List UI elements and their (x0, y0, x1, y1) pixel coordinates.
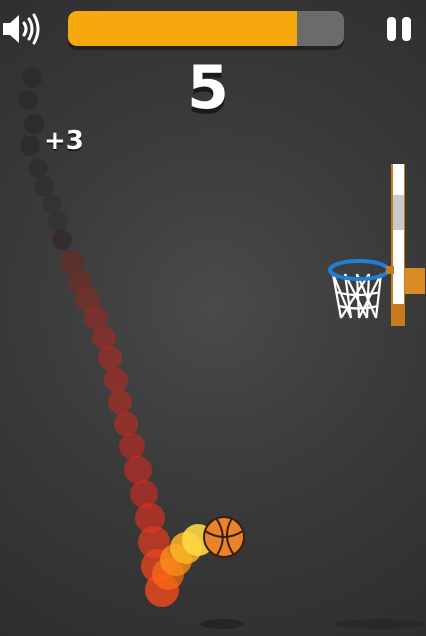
trail-puff (114, 412, 138, 436)
basketball (203, 516, 245, 558)
pause-icon (387, 17, 411, 41)
trail-puff (52, 230, 72, 250)
trail-puff (108, 390, 132, 414)
trail-puff (48, 212, 68, 232)
ball-shadow (200, 619, 244, 629)
speaker-volume-icon (3, 13, 40, 45)
trail-puff (98, 346, 122, 370)
bonus-points-label: +3 (44, 126, 84, 156)
trail-puff (18, 90, 38, 110)
trail-puff (104, 368, 128, 392)
rim-bracket (386, 266, 394, 274)
trail-puff (22, 68, 42, 88)
trail-puff (124, 456, 152, 484)
pause-button[interactable] (384, 14, 414, 44)
trail-puff (34, 176, 54, 196)
trail-puff (20, 136, 40, 156)
trail-puff (119, 433, 145, 459)
trail-puff (28, 158, 48, 178)
floor-shadow (334, 619, 426, 629)
time-progress-fill (68, 11, 298, 46)
trail-puff (24, 114, 44, 134)
time-progress-bar (68, 11, 344, 46)
sound-toggle-button[interactable] (0, 12, 42, 46)
trail-puff (42, 194, 62, 214)
backboard (391, 164, 425, 326)
score-counter: 5 (187, 53, 229, 123)
